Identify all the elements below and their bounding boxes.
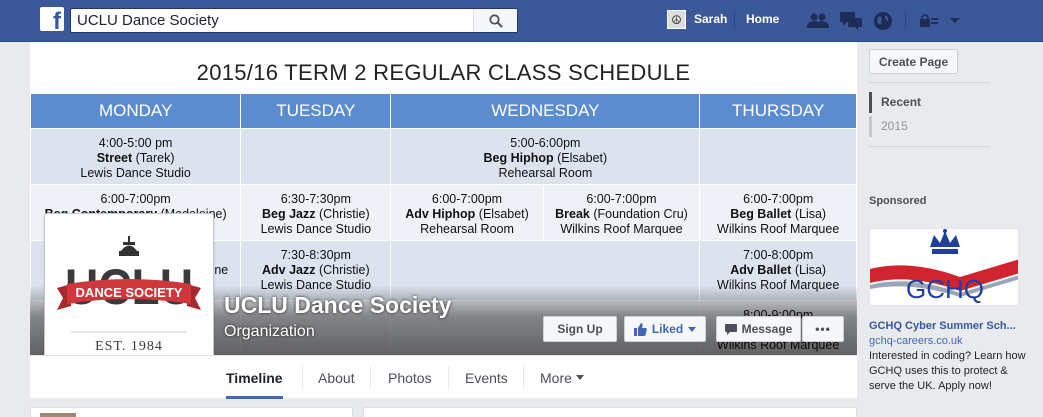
right-sidebar: Create Page Recent 2015 Sponsored GCHQ G… [857, 42, 1043, 417]
schedule-title: 2015/16 TERM 2 REGULAR CLASS SCHEDULE [196, 60, 691, 85]
message-icon [724, 323, 737, 335]
composer-card [363, 407, 857, 417]
message-button[interactable]: Message [716, 316, 801, 342]
top-navigation-bar: f ☮ Sarah Home [0, 0, 1043, 42]
left-column-card [30, 407, 353, 417]
class-cell: 6:00-7:00pm Break (Foundation Cru) Wilki… [542, 184, 701, 241]
timeline-year-2015[interactable]: 2015 [869, 116, 908, 137]
friend-requests-icon[interactable] [807, 11, 829, 31]
search-box [70, 8, 518, 33]
sponsored-label: Sponsored [869, 195, 927, 207]
privacy-lock-icon[interactable] [918, 11, 940, 31]
tab-timeline[interactable]: Timeline [226, 356, 283, 399]
chevron-down-icon [575, 375, 584, 380]
page-tabs: Timeline About Photos Events More [30, 355, 857, 399]
user-avatar[interactable]: ☮ [667, 10, 686, 29]
day-header: MONDAY [30, 93, 242, 129]
nav-divider [734, 11, 735, 29]
gchq-logo: GCHQ [870, 229, 1018, 304]
search-icon [488, 13, 503, 28]
ad-url[interactable]: gchq-careers.co.uk [869, 335, 963, 347]
class-cell: 5:00-6:00pm Beg Hiphop (Elsabet) Rehears… [390, 128, 701, 185]
search-input[interactable] [71, 9, 476, 32]
page-category[interactable]: Organization [224, 323, 315, 341]
ucl-dance-society-logo: UCLU DANCE SOCIETY EST. 1984 [57, 236, 201, 354]
day-header: TUESDAY [240, 93, 392, 129]
day-header: THURSDAY [699, 93, 857, 129]
ad-body-text: Interested in coding? Learn how GCHQ use… [869, 350, 1026, 392]
class-cell: 4:00-5:00 pm Street (Tarek) Lewis Dance … [30, 128, 242, 185]
notifications-globe-icon[interactable] [872, 11, 894, 31]
messages-icon[interactable] [840, 11, 862, 31]
svg-text:DANCE SOCIETY: DANCE SOCIETY [76, 285, 183, 300]
empty-cell [240, 128, 392, 185]
tab-divider [523, 366, 524, 390]
timeline-year-recent[interactable]: Recent [869, 92, 921, 113]
class-cell: 7:00-8:00pm Adv Ballet (Lisa) Wilkins Ro… [699, 240, 857, 301]
svg-text:GCHQ: GCHQ [906, 274, 984, 304]
divider [869, 82, 990, 83]
page-name[interactable]: UCLU Dance Society [224, 292, 452, 319]
account-menu-chevron-icon[interactable] [944, 11, 966, 31]
create-page-button[interactable]: Create Page [869, 49, 958, 74]
search-button[interactable] [473, 9, 517, 32]
tab-photos[interactable]: Photos [388, 356, 432, 399]
empty-cell [699, 128, 857, 185]
tab-about[interactable]: About [318, 356, 355, 399]
liked-button[interactable]: Liked [624, 316, 706, 342]
class-cell: 6:30-7:30pm Beg Jazz (Christie) Lewis Da… [240, 184, 392, 241]
ad-title-link[interactable]: GCHQ Cyber Summer Sch... [869, 320, 1037, 332]
tab-events[interactable]: Events [465, 356, 508, 399]
tab-divider [370, 366, 371, 390]
tab-divider [448, 366, 449, 390]
ad-image[interactable]: GCHQ [869, 228, 1019, 306]
nav-divider [905, 11, 906, 29]
sign-up-button[interactable]: Sign Up [543, 316, 617, 342]
user-profile-link[interactable]: Sarah [694, 12, 727, 26]
divider [869, 146, 990, 147]
tab-more[interactable]: More [540, 356, 584, 399]
card-thumbnail [40, 413, 76, 417]
svg-text:EST. 1984: EST. 1984 [95, 339, 163, 354]
tab-divider [302, 366, 303, 390]
facebook-logo-icon[interactable]: f [40, 7, 64, 34]
thumbs-up-icon [633, 322, 647, 336]
class-cell: 6:00-7:00pm Adv Hiphop (Elsabet) Rehears… [390, 184, 544, 241]
chevron-down-icon [688, 326, 697, 332]
day-header: WEDNESDAY [390, 93, 701, 129]
more-options-button[interactable]: ••• [802, 316, 844, 342]
class-cell: 6:00-7:00pm Beg Ballet (Lisa) Wilkins Ro… [699, 184, 857, 241]
home-link[interactable]: Home [746, 12, 779, 26]
